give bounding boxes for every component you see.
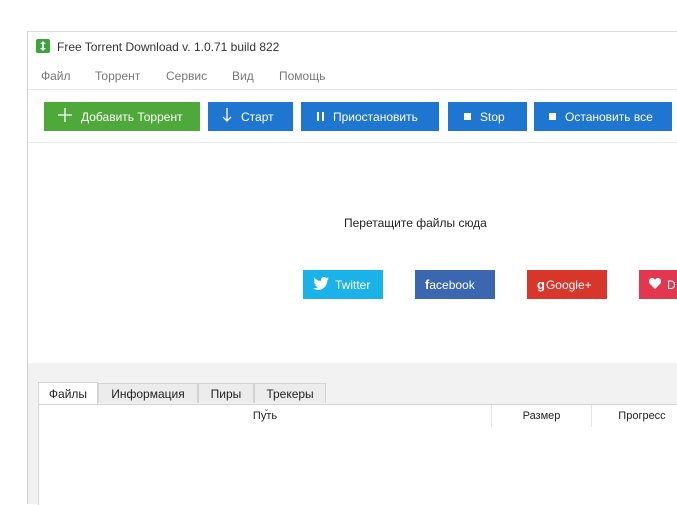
start-label: Старт xyxy=(241,109,274,124)
stop-square-icon xyxy=(549,113,556,120)
column-progress-label: Прогресс xyxy=(618,410,666,422)
stop-all-button[interactable]: Остановить все xyxy=(534,102,672,131)
menu-view[interactable]: Вид xyxy=(232,69,254,83)
stop-all-label: Остановить все xyxy=(565,109,653,124)
menu-service[interactable]: Сервис xyxy=(166,69,207,83)
drop-zone-text: Перетащите файлы сюда xyxy=(344,216,487,230)
menu-torrent[interactable]: Торрент xyxy=(95,69,140,83)
facebook-share-button[interactable]: f acebook xyxy=(415,270,495,299)
column-size-label: Размер xyxy=(522,410,561,422)
sort-caret-icon: ⌄ xyxy=(263,404,270,413)
stop-square-icon xyxy=(464,113,471,120)
tab-info[interactable]: Информация xyxy=(98,383,198,403)
pause-button[interactable]: Приостановить xyxy=(301,102,439,131)
twitter-bird-icon xyxy=(313,276,329,293)
column-header-path[interactable]: ⌄ Путь xyxy=(39,404,492,427)
files-table: ⌄ Путь Размер Прогресс xyxy=(38,404,677,505)
menu-divider xyxy=(28,89,677,90)
more-share-label: D xyxy=(667,277,676,292)
menu-file[interactable]: Файл xyxy=(41,69,71,83)
google-plus-icon: g xyxy=(537,277,545,292)
twitter-label: Twitter xyxy=(335,277,371,292)
window-title: Free Torrent Download v. 1.0.71 build 82… xyxy=(57,40,280,54)
drop-zone[interactable]: Перетащите файлы сюда Twitter f acebook … xyxy=(28,143,677,363)
plus-icon xyxy=(58,108,72,125)
tab-trackers[interactable]: Трекеры xyxy=(254,383,326,403)
details-panel: Файлы Информация Пиры Трекеры ⌄ Путь Раз… xyxy=(28,363,677,505)
twitter-share-button[interactable]: Twitter xyxy=(303,270,383,299)
stop-button[interactable]: Stop xyxy=(448,102,527,131)
add-torrent-button[interactable]: Добавить Торрент xyxy=(44,102,200,131)
tab-files[interactable]: Файлы xyxy=(38,382,98,404)
pause-label: Приостановить xyxy=(333,109,418,124)
app-logo-icon xyxy=(36,39,50,53)
stop-label: Stop xyxy=(480,109,505,124)
google-plus-label: Google+ xyxy=(545,277,592,292)
title-bar: Free Torrent Download v. 1.0.71 build 82… xyxy=(28,32,677,60)
start-button[interactable]: Старт xyxy=(208,102,293,131)
menu-help[interactable]: Помощь xyxy=(279,69,325,83)
tab-peers[interactable]: Пиры xyxy=(198,383,254,403)
heart-icon xyxy=(648,277,662,292)
pause-icon xyxy=(317,112,324,121)
app-window: Free Torrent Download v. 1.0.71 build 82… xyxy=(27,31,677,505)
column-header-size[interactable]: Размер xyxy=(492,405,592,427)
facebook-label: acebook xyxy=(429,277,475,292)
arrow-down-icon xyxy=(222,108,232,125)
column-header-progress[interactable]: Прогресс xyxy=(592,405,677,427)
menu-bar: Файл Торрент Сервис Вид Помощь xyxy=(28,66,677,86)
add-torrent-label: Добавить Торрент xyxy=(81,109,183,124)
more-share-button[interactable]: D xyxy=(639,270,677,299)
google-plus-share-button[interactable]: g Google+ xyxy=(527,270,607,299)
